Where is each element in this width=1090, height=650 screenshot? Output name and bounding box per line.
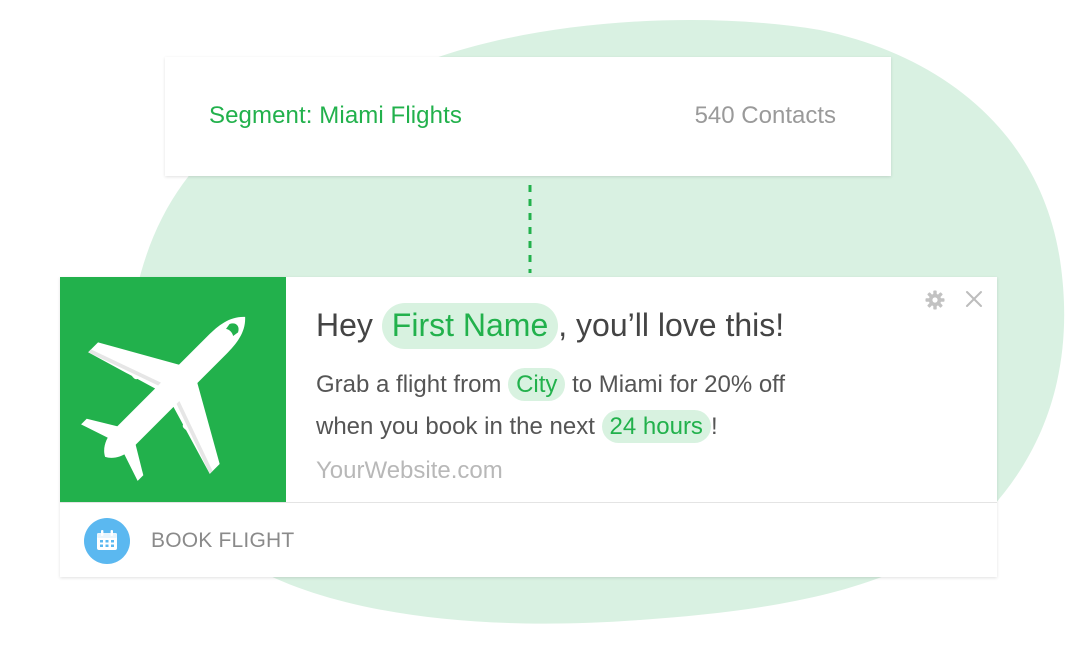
book-flight-button[interactable]: BOOK FLIGHT: [60, 503, 997, 577]
notification-message: Grab a flight from City to Miami for 20%…: [316, 364, 936, 448]
airplane-icon: [81, 316, 246, 481]
message-part-2: to Miami for 20% off: [572, 371, 786, 398]
website-url: YourWebsite.com: [316, 457, 503, 484]
gear-icon[interactable]: [925, 290, 945, 310]
segment-card: Segment: Miami Flights 540 Contacts: [165, 57, 891, 176]
first-name-tag: First Name: [381, 303, 559, 349]
segment-contacts-count: 540 Contacts: [694, 102, 836, 129]
time-tag: 24 hours: [601, 410, 711, 444]
message-part-1: Grab a flight from: [316, 371, 502, 398]
notification-headline: Hey First Name, you’ll love this!: [316, 303, 784, 349]
message-line-1: Grab a flight from City to Miami for 20%…: [316, 364, 936, 406]
dotted-connector: [528, 185, 532, 273]
city-tag: City: [508, 368, 566, 402]
message-part-3: when you book in the next: [316, 413, 595, 440]
calendar-icon: [84, 518, 130, 564]
message-part-4: !: [710, 413, 718, 440]
headline-suffix: , you’ll love this!: [558, 307, 785, 343]
notification-card: Hey First Name, you’ll love this! Grab a…: [60, 277, 997, 577]
close-icon[interactable]: [965, 290, 983, 308]
book-flight-label: BOOK FLIGHT: [151, 529, 295, 552]
notification-icon-tile: [60, 277, 286, 502]
segment-name: Segment: Miami Flights: [209, 102, 462, 129]
message-line-2: when you book in the next 24 hours!: [316, 406, 936, 448]
headline-prefix: Hey: [316, 307, 373, 343]
